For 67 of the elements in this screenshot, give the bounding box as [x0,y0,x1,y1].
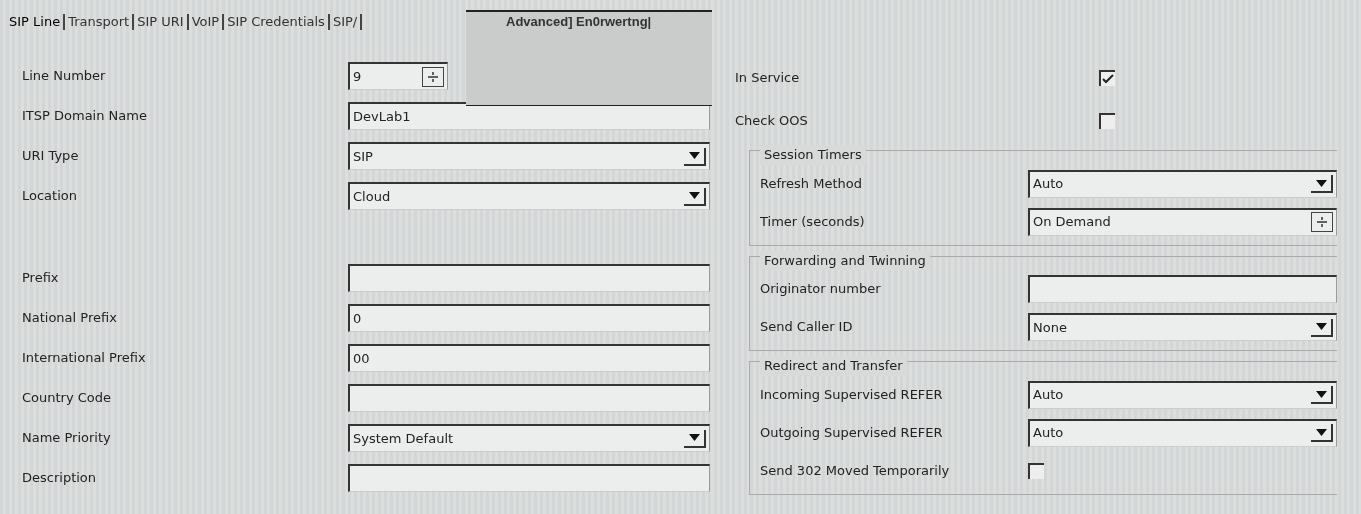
dropdown-arrow-icon [688,434,700,441]
input-field[interactable] [348,464,710,492]
spin-field[interactable]: 9 [348,62,448,90]
field-label: Outgoing Supervised REFER [760,423,944,442]
field-label: URI Type [22,147,80,166]
dropdown-button[interactable] [1311,386,1333,404]
tab[interactable]: VoIP [188,14,225,30]
field-label: Name Priority [22,429,112,448]
tab[interactable]: SIP Line [6,14,66,30]
input-field[interactable]: 0 [348,304,710,332]
dropdown-arrow-icon [688,152,700,159]
tab[interactable]: SIP/ [329,14,363,30]
group-title: Redirect and Transfer [760,356,907,376]
tab[interactable]: SIP URI [134,14,189,30]
spin-field[interactable]: On Demand [1028,207,1337,236]
field-label: Originator number [760,280,882,299]
field-label: Refresh Method [760,174,863,193]
spin-arrows-icon [1315,215,1329,229]
spin-arrows-icon [426,69,440,84]
field-label: Location [22,187,78,206]
dropdown-field[interactable]: None [1028,313,1337,341]
field-label: Send 302 Moved Temporarily [760,461,951,480]
dropdown-field[interactable]: Cloud [348,182,710,210]
dropdown-field[interactable]: Auto [1028,169,1337,198]
field-label: International Prefix [22,349,147,368]
dropdown-arrow-icon [1315,428,1327,436]
tab[interactable]: Transport [65,14,135,30]
checkbox[interactable] [1099,69,1115,86]
field-label: ITSP Domain Name [22,107,148,126]
field-label: National Prefix [22,309,118,328]
dropdown-field[interactable]: System Default [348,424,710,452]
dropdown-button[interactable] [1311,424,1333,442]
dropdown-field[interactable]: Auto [1028,418,1337,447]
dropdown-field[interactable]: SIP [348,142,710,170]
checkmark-icon [1102,73,1114,84]
field-label: Description [22,469,98,488]
input-field[interactable]: 00 [348,344,710,372]
field-label: Prefix [22,269,60,288]
dropdown-button[interactable] [1311,318,1333,337]
spin-button[interactable] [422,66,444,87]
input-field[interactable] [348,264,710,292]
dropdown-field[interactable]: Auto [1028,380,1337,409]
checkbox[interactable] [1028,462,1044,479]
spin-button[interactable] [1311,212,1333,232]
input-field[interactable]: DevLab1 [348,102,710,130]
group-title: Session Timers [760,145,866,165]
field-label: Line Number [22,67,107,86]
field-label: Check OOS [735,111,809,130]
overlay-text: Advanced] En0rwertng| [506,14,652,29]
dropdown-arrow-icon [1315,390,1327,398]
group-title: Forwarding and Twinning [760,250,930,270]
field-label: Country Code [22,389,113,408]
input-field[interactable] [1028,275,1337,303]
tab[interactable]: SIP Credentials [224,14,330,30]
dropdown-button[interactable] [684,147,706,166]
dropdown-button[interactable] [684,187,706,206]
dropdown-button[interactable] [684,429,706,448]
dropdown-arrow-icon [1315,179,1327,187]
field-label: Incoming Supervised REFER [760,385,944,404]
field-label: Send Caller ID [760,318,854,337]
field-label: Timer (seconds) [760,212,866,231]
field-label: In Service [735,68,801,87]
dropdown-arrow-icon [688,192,700,199]
dropdown-button[interactable] [1311,175,1333,193]
input-field[interactable] [348,384,710,412]
dropdown-arrow-icon [1315,323,1327,330]
checkbox[interactable] [1099,112,1115,129]
